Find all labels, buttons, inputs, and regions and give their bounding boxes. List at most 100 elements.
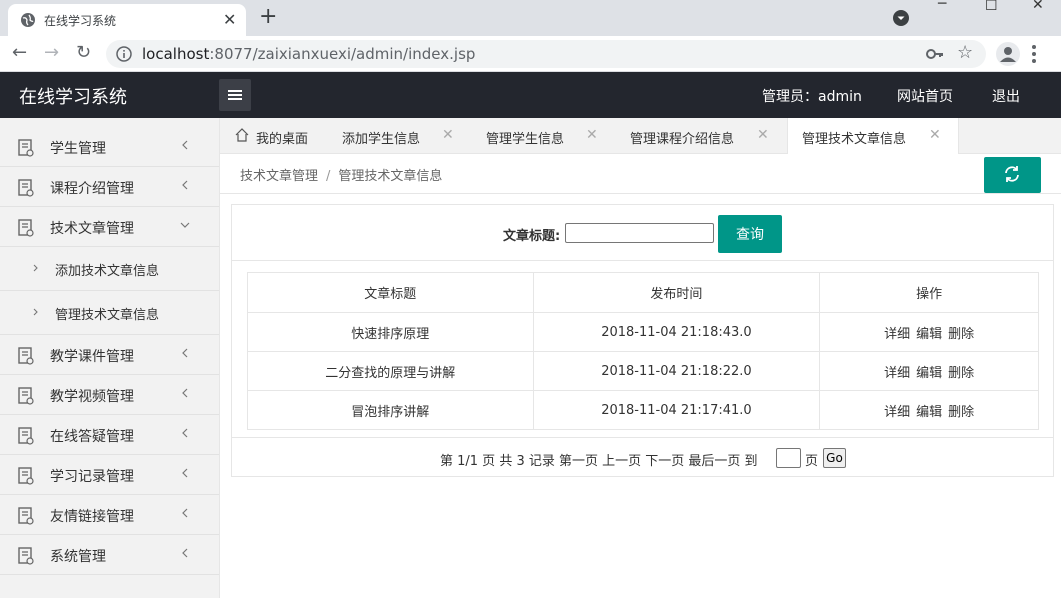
chevron-right-icon	[33, 264, 38, 272]
reload-icon[interactable]: ↻	[76, 42, 91, 63]
edit-link[interactable]: 编辑	[916, 405, 942, 420]
search-label: 文章标题:	[503, 229, 561, 244]
article-title-cell: 冒泡排序讲解	[247, 390, 534, 430]
close-icon[interactable]: ✕	[929, 127, 941, 143]
home-icon	[235, 128, 249, 142]
detail-link[interactable]: 详细	[884, 366, 910, 381]
tab-manage-course[interactable]: 管理课程介绍信息 ✕	[616, 118, 787, 154]
detail-link[interactable]: 详细	[884, 405, 910, 420]
refresh-button[interactable]	[984, 157, 1041, 193]
detail-link[interactable]: 详细	[884, 327, 910, 342]
go-button[interactable]: Go	[823, 448, 846, 468]
menu-toggle-icon[interactable]	[219, 79, 251, 111]
chevron-right-icon	[33, 308, 38, 316]
tab-label: 我的桌面	[256, 132, 309, 147]
article-title-cell: 快速排序原理	[247, 312, 534, 352]
article-title-cell: 二分查找的原理与讲解	[247, 351, 534, 391]
new-tab-icon[interactable]: +	[259, 4, 277, 29]
pagination: 第 1/1 页 共 3 记录 第一页 上一页 下一页 最后一页 到 页 Go	[232, 437, 1053, 477]
sidebar-item-courseware[interactable]: 教学课件管理	[0, 335, 219, 375]
pagination-text: 第 1/1 页 共 3 记录 第一页 上一页 下一页 最后一页 到	[440, 454, 758, 469]
sidebar-item-student[interactable]: 学生管理	[0, 127, 219, 167]
bookmark-star-icon[interactable]: ☆	[957, 42, 973, 63]
sidebar-subitem-add-article[interactable]: 添加技术文章信息	[0, 247, 219, 291]
info-icon[interactable]	[116, 46, 132, 62]
profile-icon[interactable]	[996, 42, 1020, 66]
sidebar-item-label: 学习记录管理	[50, 469, 134, 485]
document-icon	[18, 219, 34, 237]
sidebar-item-study-record[interactable]: 学习记录管理	[0, 455, 219, 495]
document-icon	[18, 467, 34, 485]
chevron-down-icon	[180, 222, 190, 228]
back-icon[interactable]: ←	[12, 42, 27, 63]
publish-time-cell: 2018-11-04 21:17:41.0	[532, 390, 821, 430]
tab-manage-article[interactable]: 管理技术文章信息 ✕	[787, 118, 959, 154]
close-icon[interactable]: ✕	[757, 127, 769, 143]
sidebar-item-label: 友情链接管理	[50, 509, 134, 525]
forward-icon[interactable]: →	[44, 42, 59, 63]
article-table: 文章标题 发布时间 操作 快速排序原理 2018-11-04 21:18:43.…	[247, 272, 1039, 430]
document-icon	[18, 139, 34, 157]
table-header-row: 文章标题 发布时间 操作	[247, 272, 1039, 313]
page-number-input[interactable]	[776, 448, 801, 468]
actions-cell: 详细 编辑 删除	[819, 351, 1039, 391]
sidebar-item-video[interactable]: 教学视频管理	[0, 375, 219, 415]
edit-link[interactable]: 编辑	[916, 327, 942, 342]
publish-time-cell: 2018-11-04 21:18:22.0	[532, 351, 821, 391]
chevron-left-icon	[182, 180, 188, 190]
edit-link[interactable]: 编辑	[916, 366, 942, 381]
site-home-link[interactable]: 网站首页	[897, 86, 953, 106]
browser-tabstrip: 在线学习系统 ✕ + ─ ☐ ✕	[0, 0, 1061, 36]
tab-label: 管理学生信息	[486, 132, 565, 147]
browser-tab[interactable]: 在线学习系统 ✕	[8, 4, 246, 36]
delete-link[interactable]: 删除	[948, 405, 974, 420]
address-bar[interactable]: localhost:8077/zaixianxuexi/admin/index.…	[106, 40, 986, 68]
sidebar-subitem-label: 添加技术文章信息	[55, 264, 160, 279]
window-close-icon[interactable]: ✕	[1032, 0, 1044, 13]
logout-link[interactable]: 退出	[992, 86, 1020, 106]
close-icon[interactable]: ✕	[223, 10, 236, 29]
sidebar-subitem-manage-article[interactable]: 管理技术文章信息	[0, 291, 219, 335]
delete-link[interactable]: 删除	[948, 327, 974, 342]
sidebar-item-article[interactable]: 技术文章管理	[0, 207, 219, 247]
document-icon	[18, 507, 34, 525]
tab-desktop[interactable]: 我的桌面	[220, 118, 328, 154]
sidebar-item-label: 教学视频管理	[50, 389, 134, 405]
sidebar-item-system[interactable]: 系统管理	[0, 535, 219, 575]
query-button[interactable]: 查询	[718, 215, 782, 253]
column-header: 发布时间	[532, 272, 821, 313]
tab-manage-student[interactable]: 管理学生信息 ✕	[472, 118, 616, 154]
refresh-icon	[1005, 166, 1019, 182]
chevron-left-icon	[182, 388, 188, 398]
publish-time-cell: 2018-11-04 21:18:43.0	[532, 312, 821, 352]
maximize-icon[interactable]: ☐	[985, 0, 998, 14]
sidebar-item-qa[interactable]: 在线答疑管理	[0, 415, 219, 455]
sidebar-item-links[interactable]: 友情链接管理	[0, 495, 219, 535]
breadcrumb-bar: 技术文章管理 / 管理技术文章信息	[220, 154, 1061, 194]
close-icon[interactable]: ✕	[442, 127, 454, 143]
app-header: 在线学习系统 管理员：admin 网站首页 退出	[0, 72, 1061, 118]
close-icon[interactable]: ✕	[586, 127, 598, 143]
sidebar: 学生管理 课程介绍管理 技术文章管理 添加技术文章信息 管理技术文章信息 教学课…	[0, 118, 220, 598]
delete-link[interactable]: 删除	[948, 366, 974, 381]
table-row: 二分查找的原理与讲解 2018-11-04 21:18:22.0 详细 编辑 删除	[247, 351, 1039, 391]
document-icon	[18, 179, 34, 197]
chevron-left-icon	[182, 548, 188, 558]
table-row: 冒泡排序讲解 2018-11-04 21:17:41.0 详细 编辑 删除	[247, 390, 1039, 430]
sidebar-item-label: 技术文章管理	[50, 221, 134, 237]
breadcrumb: 技术文章管理 / 管理技术文章信息	[240, 165, 442, 184]
sidebar-item-label: 在线答疑管理	[50, 429, 134, 445]
key-icon[interactable]	[926, 46, 944, 62]
sidebar-item-course[interactable]: 课程介绍管理	[0, 167, 219, 207]
tab-search-icon[interactable]	[893, 10, 909, 26]
chevron-left-icon	[182, 348, 188, 358]
minimize-icon[interactable]: ─	[938, 0, 946, 12]
breadcrumb-parent[interactable]: 技术文章管理	[240, 169, 318, 184]
tab-add-student[interactable]: 添加学生信息 ✕	[328, 118, 472, 154]
page-unit-label: 页	[805, 454, 819, 469]
sidebar-item-label: 系统管理	[50, 549, 106, 565]
document-icon	[18, 347, 34, 365]
title-search-input[interactable]	[565, 223, 714, 243]
browser-menu-icon[interactable]	[1032, 44, 1036, 64]
tab-label: 管理课程介绍信息	[630, 132, 735, 147]
